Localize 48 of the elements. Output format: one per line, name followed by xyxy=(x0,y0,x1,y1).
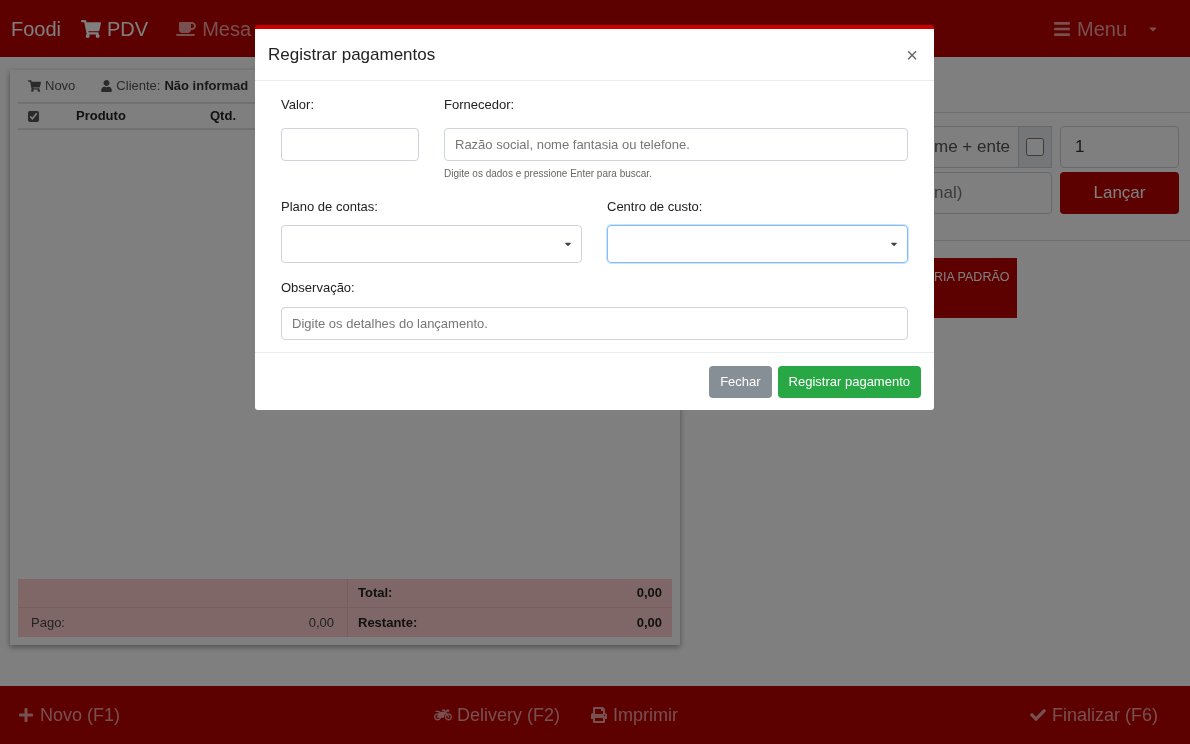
total-value: 0,00 xyxy=(636,584,662,603)
paid-value: 0,00 xyxy=(308,613,334,632)
user-icon xyxy=(101,80,113,92)
amount-field[interactable] xyxy=(281,127,419,161)
select-field[interactable] xyxy=(281,225,582,263)
total-label: Total: xyxy=(358,584,393,603)
submit-button[interactable]: Lançar xyxy=(1060,172,1179,214)
new-order-button[interactable]: Novo xyxy=(28,76,76,96)
toolbar-button[interactable]: Delivery (F2) xyxy=(434,701,561,729)
field-label: Plano de contas: xyxy=(281,197,379,216)
brand[interactable]: Foodi xyxy=(11,13,62,44)
nav-link[interactable]: PDV xyxy=(81,13,149,44)
client-label: Cliente: xyxy=(116,77,161,96)
close-button[interactable]: × xyxy=(906,39,918,70)
toolbar-button[interactable]: Imprimir xyxy=(590,701,679,729)
toolbar-button[interactable]: Novo (F1) xyxy=(17,701,120,729)
menu-dropdown[interactable]: Menu xyxy=(1052,13,1159,44)
menu-icon xyxy=(1052,19,1071,38)
column-header: Produto xyxy=(76,107,127,126)
select-all-checkbox[interactable] xyxy=(28,110,39,122)
remaining-label: Restante: xyxy=(358,613,418,632)
client-name: Não informad xyxy=(164,77,249,96)
printer-icon xyxy=(590,707,609,723)
cup-icon xyxy=(176,19,197,38)
cart-icon xyxy=(28,80,41,92)
field-label: Centro de custo: xyxy=(607,197,704,216)
column-header: Qtd. xyxy=(210,107,236,126)
toolbar-button[interactable]: Finalizar (F6) xyxy=(1029,701,1158,729)
category-tile[interactable]: RIA PADRÃO xyxy=(934,258,1017,318)
plus-icon xyxy=(17,707,35,723)
field-label: Valor: xyxy=(281,96,315,114)
notes-field[interactable]: Digite os detalhes do lançamento. xyxy=(281,306,908,340)
nav-link[interactable]: Mesa xyxy=(176,13,252,44)
field-label: Fornecedor: xyxy=(444,96,516,114)
select-field[interactable] xyxy=(607,225,908,263)
register-payment-button[interactable]: Registrar pagamento xyxy=(777,365,921,398)
motorcycle-icon xyxy=(434,707,452,723)
quantity-field[interactable]: 1 xyxy=(1060,126,1179,168)
help-text: Digite os dados e pressione Enter para buscar. xyxy=(444,166,653,181)
paid-label: Pago: xyxy=(31,613,65,632)
dialog-title: Registrar pagamentos xyxy=(268,43,436,66)
option-checkbox[interactable] xyxy=(1026,138,1044,156)
supplier-field[interactable]: Razão social, nome fantasia ou telefone. xyxy=(444,127,908,161)
close-dialog-button[interactable]: Fechar xyxy=(709,365,772,398)
cart-icon xyxy=(81,19,102,38)
check-icon xyxy=(1029,707,1047,723)
remaining-value: 0,00 xyxy=(636,613,662,632)
field-label: Observação: xyxy=(281,279,356,297)
